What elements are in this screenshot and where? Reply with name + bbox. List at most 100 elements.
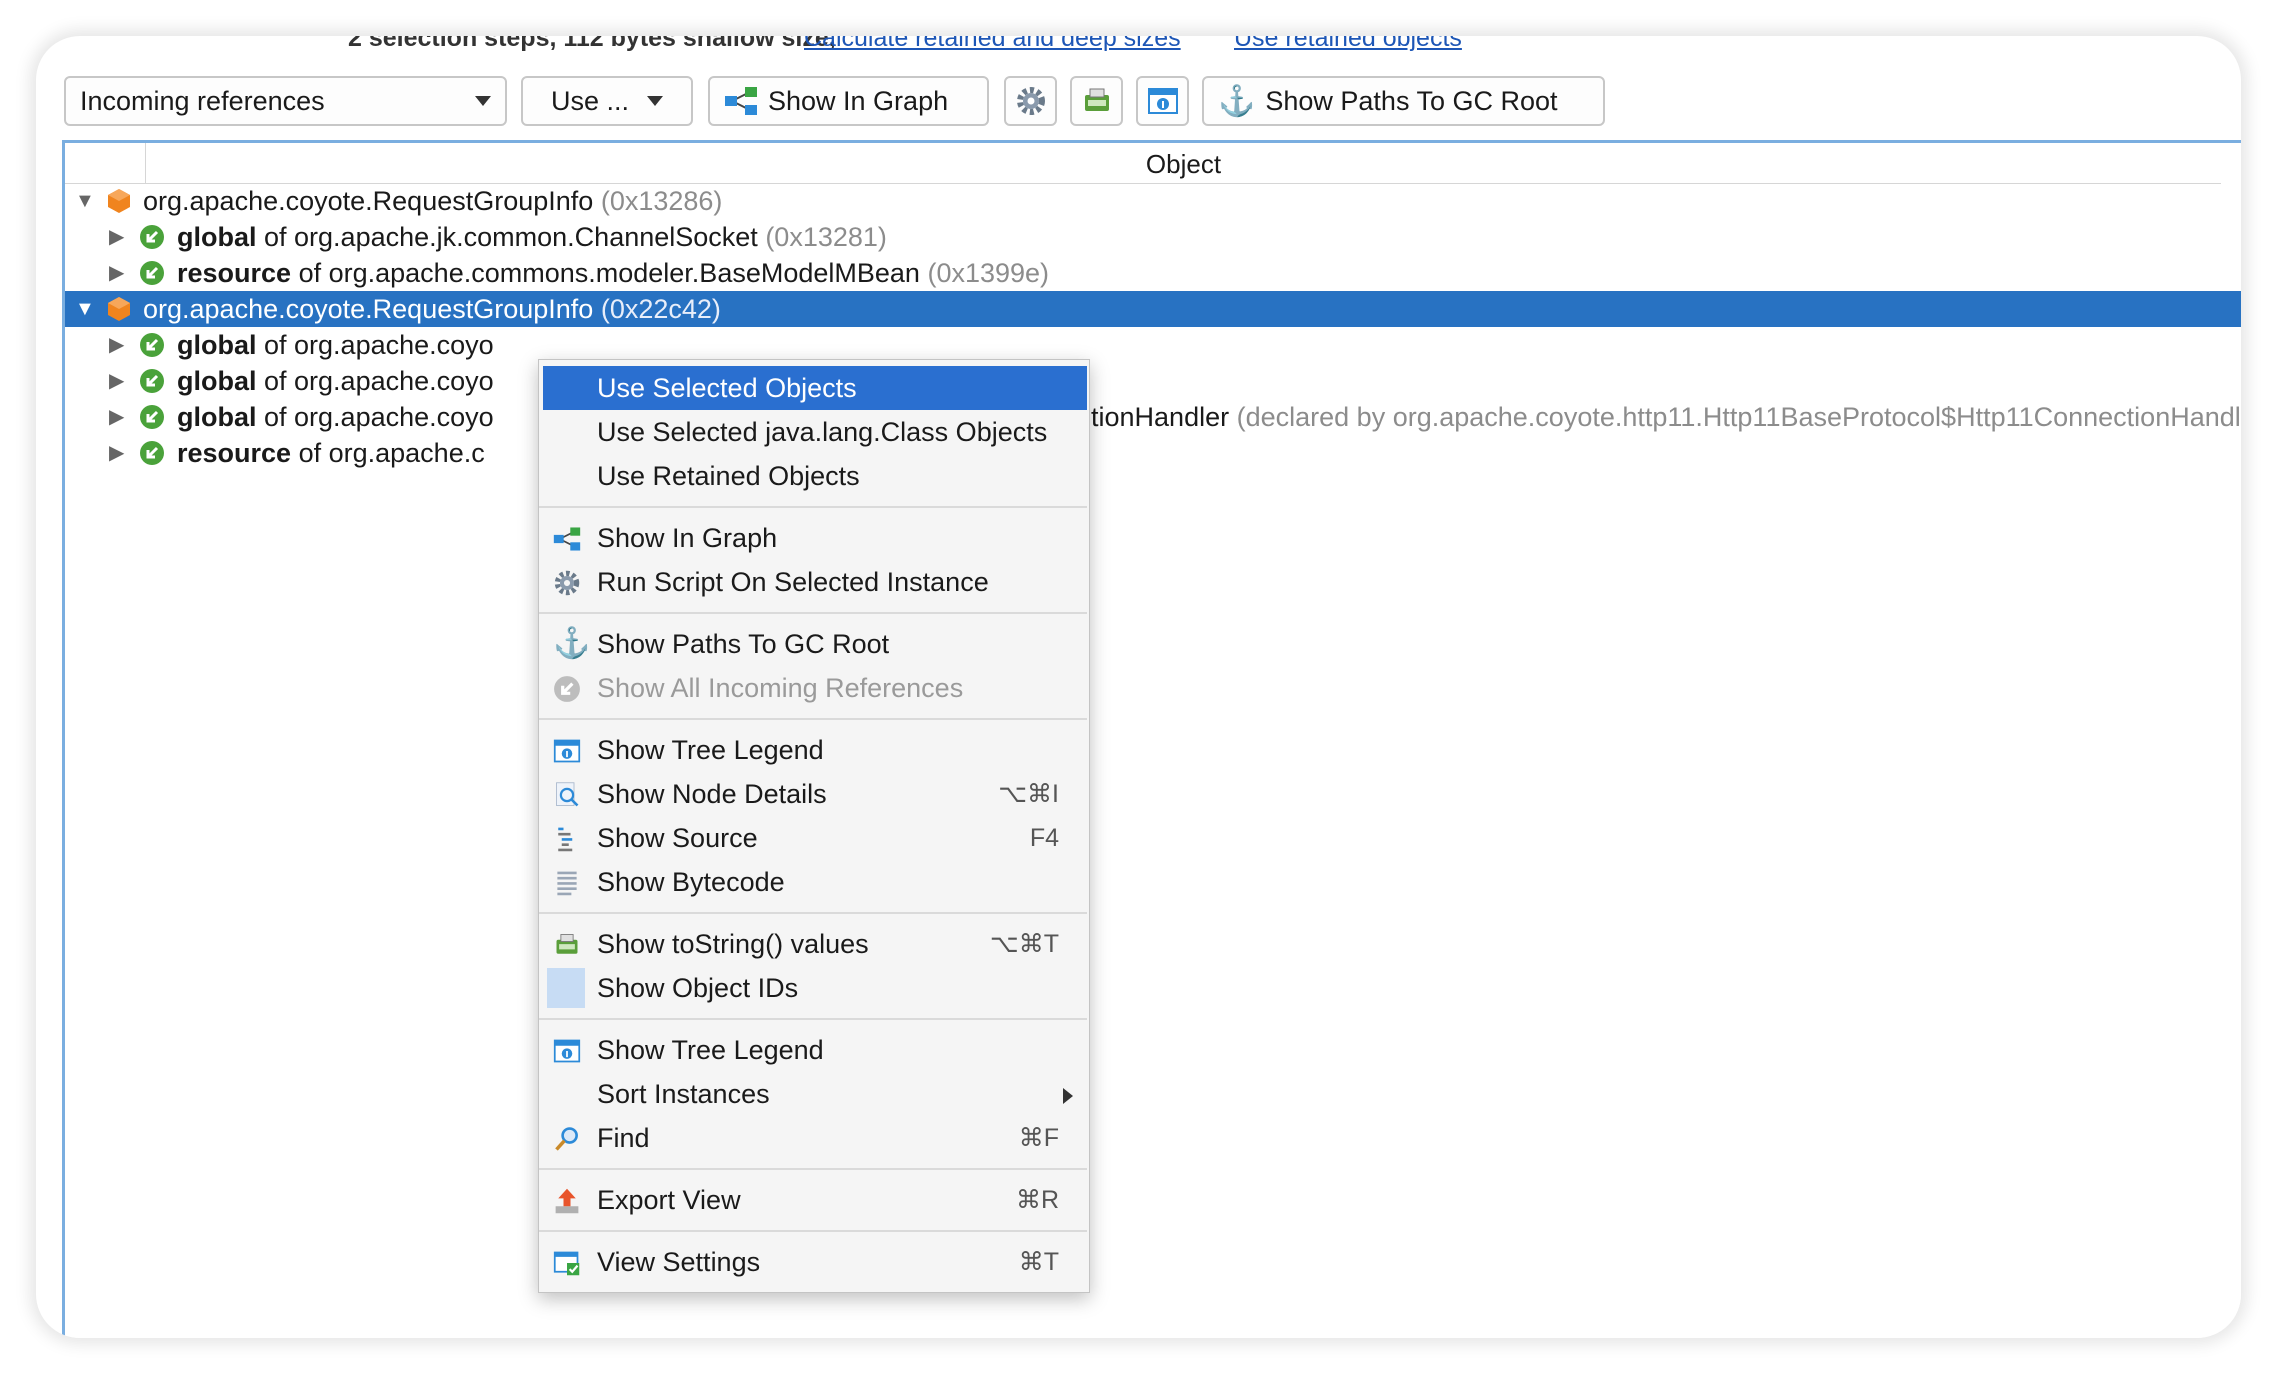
graph-icon	[553, 527, 581, 551]
menu-item-label: Use Selected Objects	[597, 373, 857, 403]
menu-item-label: Sort Instances	[597, 1079, 770, 1109]
menu-item-label: Export View	[597, 1185, 741, 1215]
object-instance-icon	[108, 297, 130, 321]
incoming-reference-icon	[140, 369, 164, 393]
row-text: global of org.apache.coyo	[177, 402, 494, 432]
object-tree-table: Object ▼ org.apache.coyote.RequestGroupI…	[62, 140, 2241, 1338]
collapse-triangle-icon[interactable]: ▼	[75, 291, 95, 327]
menu-item-show-node-details[interactable]: Show Node Details ⌥⌘I	[539, 772, 1087, 816]
tree-row[interactable]: ▶ global of org.apache.coyo	[65, 363, 2241, 399]
info-window-icon	[1147, 88, 1178, 114]
table-header: Object	[65, 143, 2221, 184]
expand-triangle-icon[interactable]: ▶	[109, 327, 124, 363]
use-dropdown-button[interactable]: Use ...	[521, 76, 693, 126]
expand-triangle-icon[interactable]: ▶	[109, 255, 124, 291]
use-retained-objects-link[interactable]: Use retained objects	[1234, 36, 1462, 53]
menu-item-label: Show In Graph	[597, 523, 778, 553]
menu-item-show-tree-legend-2[interactable]: Show Tree Legend	[539, 1028, 1087, 1072]
menu-item-show-in-graph[interactable]: Show In Graph	[539, 516, 1087, 560]
menu-separator	[539, 1230, 1087, 1232]
use-button-label: Use ...	[551, 85, 630, 116]
expand-triangle-icon[interactable]: ▶	[109, 219, 124, 255]
tree-row[interactable]: ▼ org.apache.coyote.RequestGroupInfo (0x…	[65, 183, 2241, 219]
menu-item-run-script[interactable]: Run Script On Selected Instance	[539, 560, 1087, 604]
menu-item-view-settings[interactable]: View Settings ⌘T	[539, 1240, 1087, 1284]
chevron-down-icon	[647, 96, 663, 106]
row-text: global of org.apache.coyo	[177, 366, 494, 396]
menu-item-label: Use Retained Objects	[597, 461, 860, 491]
menu-item-show-bytecode[interactable]: Show Bytecode	[539, 860, 1087, 904]
gear-icon	[1016, 87, 1045, 115]
calculate-sizes-link[interactable]: Calculate retained and deep sizes	[804, 36, 1181, 53]
source-icon	[558, 827, 573, 852]
row-text: resource of org.apache.commons.modeler.B…	[177, 258, 1050, 288]
row-text: global of org.apache.jk.common.ChannelSo…	[177, 222, 887, 252]
menu-item-sort-instances[interactable]: Sort Instances	[539, 1072, 1087, 1116]
menu-item-show-all-incoming-references: Show All Incoming References	[539, 666, 1087, 710]
gear-icon	[554, 570, 580, 596]
chevron-down-icon	[475, 96, 491, 106]
menu-item-export-view[interactable]: Export View ⌘R	[539, 1178, 1087, 1222]
run-script-button[interactable]	[1004, 76, 1057, 126]
menu-item-shortcut: ⌘T	[1018, 1248, 1059, 1276]
collapse-triangle-icon[interactable]: ▼	[75, 183, 95, 219]
context-menu: Use Selected Objects Use Selected java.l…	[538, 359, 1090, 1293]
view-type-select[interactable]: Incoming references	[64, 76, 507, 126]
show-in-graph-button[interactable]: Show In Graph	[708, 76, 989, 126]
menu-item-use-selected-class-objects[interactable]: Use Selected java.lang.Class Objects	[539, 410, 1087, 454]
tree-row[interactable]: ▶ resource of org.apache.c	[65, 435, 2241, 471]
row-text: resource of org.apache.c	[177, 438, 485, 468]
incoming-reference-icon	[554, 676, 580, 702]
menu-separator	[539, 718, 1087, 720]
menu-item-show-paths-gc-root[interactable]: ⚓ Show Paths To GC Root	[539, 622, 1087, 666]
menu-item-shortcut: ⌥⌘T	[989, 930, 1059, 958]
show-in-graph-label: Show In Graph	[768, 85, 949, 116]
object-instance-icon	[108, 189, 130, 213]
incoming-reference-icon	[140, 405, 164, 429]
tree-row[interactable]: ▶ resource of org.apache.commons.modeler…	[65, 255, 2241, 291]
toolbar: Incoming references Use ... Show In Grap…	[36, 76, 2241, 130]
menu-item-use-retained-objects[interactable]: Use Retained Objects	[539, 454, 1087, 498]
tree-row[interactable]: ▶ global of org.apache.jk.common.Channel…	[65, 219, 2241, 255]
expand-triangle-icon[interactable]: ▶	[109, 399, 124, 435]
menu-separator	[539, 1018, 1087, 1020]
menu-item-label: Show Tree Legend	[597, 735, 824, 765]
tree-row[interactable]: ▶ global of org.apache.coyo tionHandler …	[65, 399, 2241, 435]
menu-item-label: Show Tree Legend	[597, 1035, 824, 1065]
menu-item-shortcut: ⌘R	[1015, 1186, 1059, 1214]
view-type-value: Incoming references	[80, 85, 325, 116]
tostring-icon	[1084, 88, 1109, 111]
menu-item-label: Show Paths To GC Root	[597, 629, 890, 659]
menu-item-find[interactable]: Find ⌘F	[539, 1116, 1087, 1160]
tree-legend-button[interactable]	[1136, 76, 1189, 126]
menu-item-show-source[interactable]: Show Source F4	[539, 816, 1087, 860]
incoming-reference-icon	[140, 225, 164, 249]
column-header-object[interactable]: Object	[146, 143, 2221, 183]
tree-row[interactable]: ▶ global of org.apache.coyo	[65, 327, 2241, 363]
menu-item-label: Show Node Details	[597, 779, 827, 809]
menu-item-show-tostring-values[interactable]: Show toString() values ⌥⌘T	[539, 922, 1087, 966]
magnifier-icon	[556, 782, 579, 807]
export-icon	[555, 1188, 579, 1214]
tree-row-selected[interactable]: ▼ org.apache.coyote.RequestGroupInfo (0x…	[65, 291, 2241, 327]
menu-item-use-selected-objects[interactable]: Use Selected Objects	[543, 366, 1087, 410]
bytecode-icon	[557, 871, 577, 896]
tostring-values-button[interactable]	[1070, 76, 1123, 126]
find-icon	[555, 1127, 578, 1151]
expand-triangle-icon[interactable]: ▶	[109, 363, 124, 399]
submenu-arrow-icon	[1063, 1088, 1073, 1104]
anchor-icon: ⚓	[553, 627, 591, 660]
anchor-icon: ⚓	[1218, 84, 1256, 118]
menu-item-show-object-ids[interactable]: Show Object IDs	[539, 966, 1087, 1010]
menu-item-show-tree-legend[interactable]: Show Tree Legend	[539, 728, 1087, 772]
graph-icon	[725, 87, 757, 115]
menu-separator	[539, 612, 1087, 614]
menu-item-label: Show Source	[597, 823, 758, 853]
incoming-reference-icon	[140, 333, 164, 357]
menu-separator	[539, 1168, 1087, 1170]
info-window-icon	[553, 1039, 581, 1063]
tostring-icon	[556, 934, 578, 954]
object-ids-icon	[547, 968, 585, 1008]
show-paths-gc-root-button[interactable]: ⚓ Show Paths To GC Root	[1202, 76, 1605, 126]
expand-triangle-icon[interactable]: ▶	[109, 435, 124, 471]
